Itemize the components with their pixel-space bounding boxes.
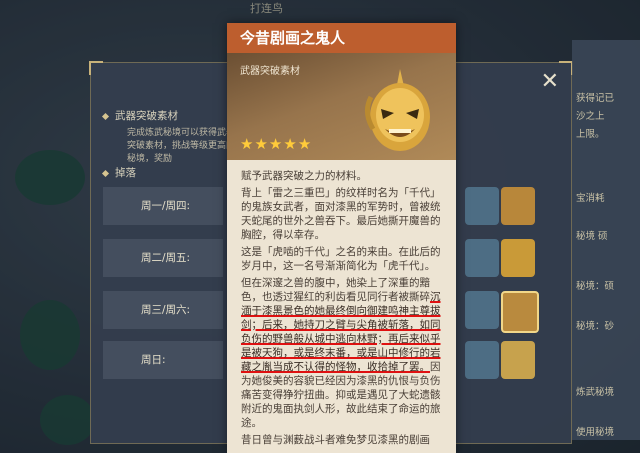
item-tile[interactable] — [465, 187, 499, 225]
item-tile[interactable] — [501, 341, 535, 379]
item-detail-card: 今昔剧画之鬼人 武器突破素材 ★★★★★ 赋予武器突破之力的材料。 背上「雷之三… — [227, 23, 456, 453]
star-icon: ★ — [268, 135, 283, 153]
item-tile[interactable] — [465, 341, 499, 379]
diamond-icon — [101, 112, 110, 120]
day-row-wed-sat: 周三/周六: — [103, 291, 223, 329]
day-row-tue-fri: 周二/周五: — [103, 239, 223, 277]
item-type: 武器突破素材 — [240, 66, 300, 77]
section-drops: 掉落 — [101, 165, 136, 180]
item-tile[interactable] — [501, 187, 535, 225]
desc-paragraph: 背上「雷之三重巴」的纹样时名为「千代」的鬼族女武者，面对漆黑的军势时，曾被统天蛇… — [241, 187, 441, 241]
item-tile[interactable] — [465, 239, 499, 277]
item-title: 今昔剧画之鬼人 — [227, 23, 456, 53]
highlighted-text: 沉湎于漆黑景色的她最终倒向御建鸣神主尊拔剑；后来，她持刀之臂与尖角被斩落，如同负… — [241, 291, 441, 373]
day-row-sun: 周日: — [103, 341, 223, 379]
item-tile-selected[interactable] — [501, 291, 539, 333]
star-icon: ★ — [240, 135, 254, 153]
item-header: 武器突破素材 ★★★★★ — [227, 53, 456, 160]
star-icon: ★ — [297, 135, 312, 153]
section-weapon-material: 武器突破素材 — [101, 108, 178, 123]
item-tile[interactable] — [465, 291, 499, 329]
desc-paragraph: 但在深邃之兽的腹中，她染上了深重的黯色，也透过猩红的利齿看见同行者被撕碎沉湎于漆… — [241, 277, 441, 429]
day-row-mon-thu: 周一/周四: — [103, 187, 223, 225]
map-location-label: 打连鸟 — [250, 2, 283, 15]
diamond-icon — [101, 169, 110, 177]
item-tile[interactable] — [501, 239, 535, 277]
close-icon[interactable]: ✕ — [541, 71, 559, 93]
star-icon: ★ — [254, 135, 268, 153]
desc-paragraph: 昔日曾与渊薮战斗者难免梦见漆黑的剧画 — [241, 434, 430, 446]
domain-description: 完成炼武秘境可以获得武器突破素材，挑战等级更高的秘境，奖励 — [127, 128, 236, 164]
rarity-stars: ★★★★★ — [240, 134, 312, 153]
desc-paragraph: 这是「虎啮的千代」之名的来由。在此后的岁月中，这一名号渐渐简化为「虎千代」。 — [241, 246, 441, 272]
star-icon: ★ — [283, 135, 297, 153]
item-description: 赋予武器突破之力的材料。 背上「雷之三重巴」的纹样时名为「千代」的鬼族女武者，面… — [227, 160, 456, 447]
desc-paragraph: 赋予武器突破之力的材料。 — [241, 170, 367, 182]
oni-mask-icon — [365, 69, 430, 151]
